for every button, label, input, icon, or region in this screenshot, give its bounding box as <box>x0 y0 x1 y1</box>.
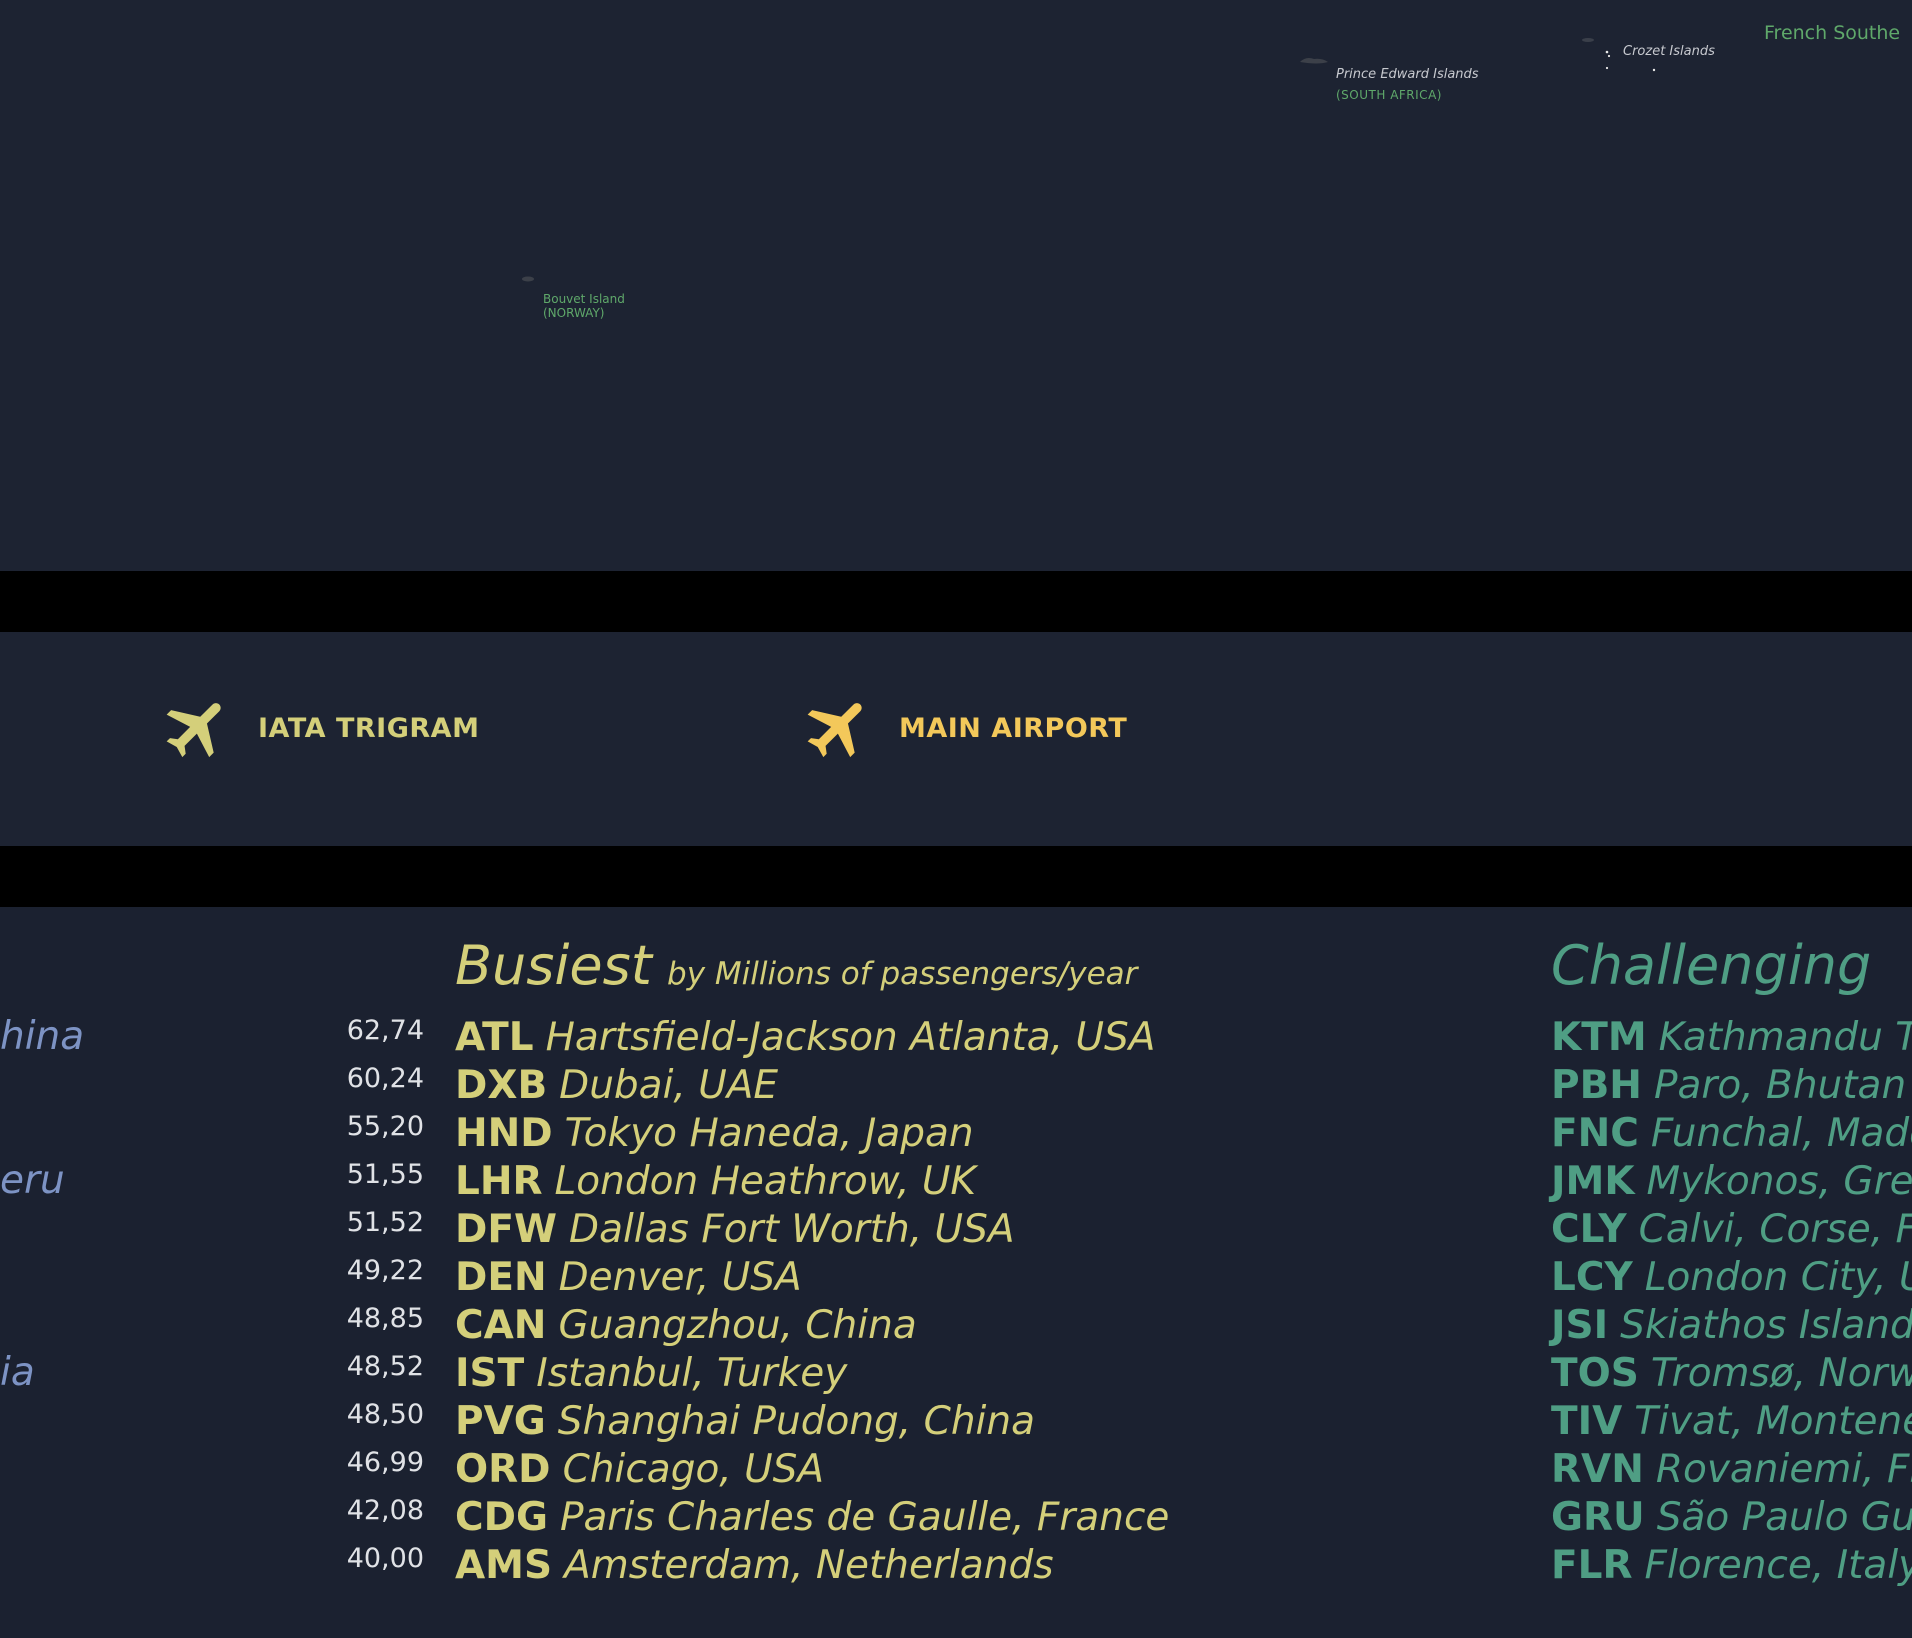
airport-name: Amsterdam, Netherlands <box>564 1543 1054 1588</box>
passenger-count: 60,24 <box>346 1063 424 1094</box>
iata-code: AMS <box>455 1543 553 1588</box>
airport-name: Calvi, Corse, F <box>1638 1207 1912 1252</box>
bouvet-island-shape <box>522 276 534 282</box>
passenger-count: 62,74 <box>346 1015 424 1046</box>
airport-name: Dallas Fort Worth, USA <box>569 1207 1015 1252</box>
list-item: FNC Funchal, Made <box>1551 1111 1912 1159</box>
list-item: RVNRovaniemi, Fin <box>1551 1447 1912 1495</box>
passenger-count: 51,52 <box>346 1207 424 1238</box>
list-item: JMK Mykonos, Gre <box>1551 1159 1912 1207</box>
iata-code: ATL <box>455 1015 534 1060</box>
passenger-count: 48,85 <box>346 1303 424 1334</box>
iata-code: HND <box>455 1111 553 1156</box>
airplane-icon <box>166 703 221 758</box>
airport-name: Rovaniemi, Fin <box>1655 1447 1912 1492</box>
passenger-count: 48,50 <box>346 1399 424 1430</box>
left-fragment: ia <box>0 1350 35 1395</box>
airport-name: Istanbul, Turkey <box>536 1351 848 1396</box>
airplane-icon <box>807 703 862 758</box>
crozet-east-island-shape <box>1652 68 1656 72</box>
bouvet-name: Bouvet Island <box>543 292 625 306</box>
passenger-count: 48,52 <box>346 1351 424 1382</box>
passenger-count: 55,20 <box>346 1111 424 1142</box>
iata-code: RVN <box>1551 1447 1644 1492</box>
passenger-count: 46,99 <box>346 1447 424 1478</box>
list-item: TIV Tivat, Montene <box>1551 1399 1912 1447</box>
divider-band-top <box>0 571 1912 632</box>
passenger-count: 51,55 <box>346 1159 424 1190</box>
iata-code: TOS <box>1551 1351 1639 1396</box>
list-item: FLR Florence, Italy <box>1551 1543 1912 1591</box>
airport-name: Paro, Bhutan <box>1653 1063 1907 1108</box>
iata-code: ORD <box>455 1447 551 1492</box>
iata-code: CAN <box>455 1303 547 1348</box>
legend-label-iata: IATA TRIGRAM <box>258 712 480 744</box>
list-item: PBH Paro, Bhutan <box>1551 1063 1906 1111</box>
bouvet-country: (NORWAY) <box>543 306 605 320</box>
airport-name: Denver, USA <box>558 1255 802 1300</box>
iata-code: FNC <box>1551 1111 1639 1156</box>
busiest-subtitle: by Millions of passengers/year <box>667 956 1138 992</box>
left-fragment: eru <box>0 1158 65 1203</box>
airport-name: Paris Charles de Gaulle, France <box>560 1495 1170 1540</box>
airport-name: Shanghai Pudong, China <box>557 1399 1035 1444</box>
list-item: LCY London City, U <box>1551 1255 1912 1303</box>
divider-band-bottom <box>0 846 1912 907</box>
airport-name: Skiathos Island <box>1620 1303 1912 1348</box>
airport-name: Tromsø, Norw <box>1650 1351 1912 1396</box>
map-panel[interactable]: French Southe Crozet Islands Prince Edwa… <box>0 0 1912 571</box>
airport-name: Hartsfield-Jackson Atlanta, USA <box>545 1015 1156 1060</box>
airport-name: London Heathrow, UK <box>554 1159 977 1204</box>
busiest-title: Busiest <box>455 934 652 997</box>
map-label-french-southern: French Southe <box>1764 22 1901 44</box>
airport-name: Chicago, USA <box>562 1447 825 1492</box>
list-item: GRU São Paulo Gu <box>1551 1495 1912 1543</box>
iata-code: DEN <box>455 1255 547 1300</box>
passenger-count: 42,08 <box>346 1495 424 1526</box>
map-label-bouvet: Bouvet Island (NORWAY) <box>543 292 625 320</box>
airport-name: Tivat, Montene <box>1634 1399 1912 1444</box>
airport-name: Funchal, Made <box>1650 1111 1912 1156</box>
iata-code: JMK <box>1551 1159 1635 1204</box>
legend-item-iata-trigram: IATA TRIGRAM <box>160 690 479 766</box>
map-label-crozet: Crozet Islands <box>1623 44 1715 59</box>
airport-name: London City, U <box>1644 1255 1912 1300</box>
passenger-count: 49,22 <box>346 1255 424 1286</box>
challenging-title: Challenging <box>1551 934 1872 997</box>
legend-item-main-airport: MAIN AIRPORT <box>801 690 1127 766</box>
crozet-islands-shape <box>1582 38 1611 70</box>
iata-code: IST <box>455 1351 525 1396</box>
prince-edward-islands-shape <box>1300 58 1328 64</box>
list-item: JSI Skiathos Island <box>1551 1303 1912 1351</box>
iata-code: CLY <box>1551 1207 1627 1252</box>
passenger-count: 40,00 <box>346 1543 424 1574</box>
iata-code: DXB <box>455 1063 548 1108</box>
list-item: TOS Tromsø, Norw <box>1551 1351 1912 1399</box>
iata-code: LCY <box>1551 1255 1633 1300</box>
iata-code: LHR <box>455 1159 543 1204</box>
iata-code: DFW <box>455 1207 558 1252</box>
iata-code: GRU <box>1551 1495 1645 1540</box>
iata-code: KTM <box>1551 1015 1647 1060</box>
map-label-prince-edward: Prince Edward Islands <box>1336 67 1479 82</box>
iata-code: CDG <box>455 1495 549 1540</box>
iata-code: JSI <box>1551 1303 1609 1348</box>
busiest-heading: Busiest by Millions of passengers/year <box>455 934 1137 997</box>
airport-name: Kathmandu T <box>1658 1015 1912 1060</box>
airport-name: Dubai, UAE <box>559 1063 779 1108</box>
airport-name: Guangzhou, China <box>558 1303 917 1348</box>
airport-name: Tokyo Haneda, Japan <box>564 1111 974 1156</box>
iata-code: PVG <box>455 1399 546 1444</box>
airport-name: Florence, Italy <box>1644 1543 1912 1588</box>
legend-label-main-airport: MAIN AIRPORT <box>899 712 1128 744</box>
left-fragment: hina <box>0 1014 85 1059</box>
list-item: KTM Kathmandu T <box>1551 1015 1912 1063</box>
list-item: CLY Calvi, Corse, F <box>1551 1207 1912 1255</box>
iata-code: PBH <box>1551 1063 1642 1108</box>
iata-code: FLR <box>1551 1543 1633 1588</box>
iata-code: TIV <box>1551 1399 1623 1444</box>
airport-name: São Paulo Gu <box>1656 1495 1912 1540</box>
airport-name: Mykonos, Gre <box>1646 1159 1912 1204</box>
map-label-south-africa: (SOUTH AFRICA) <box>1336 88 1442 102</box>
